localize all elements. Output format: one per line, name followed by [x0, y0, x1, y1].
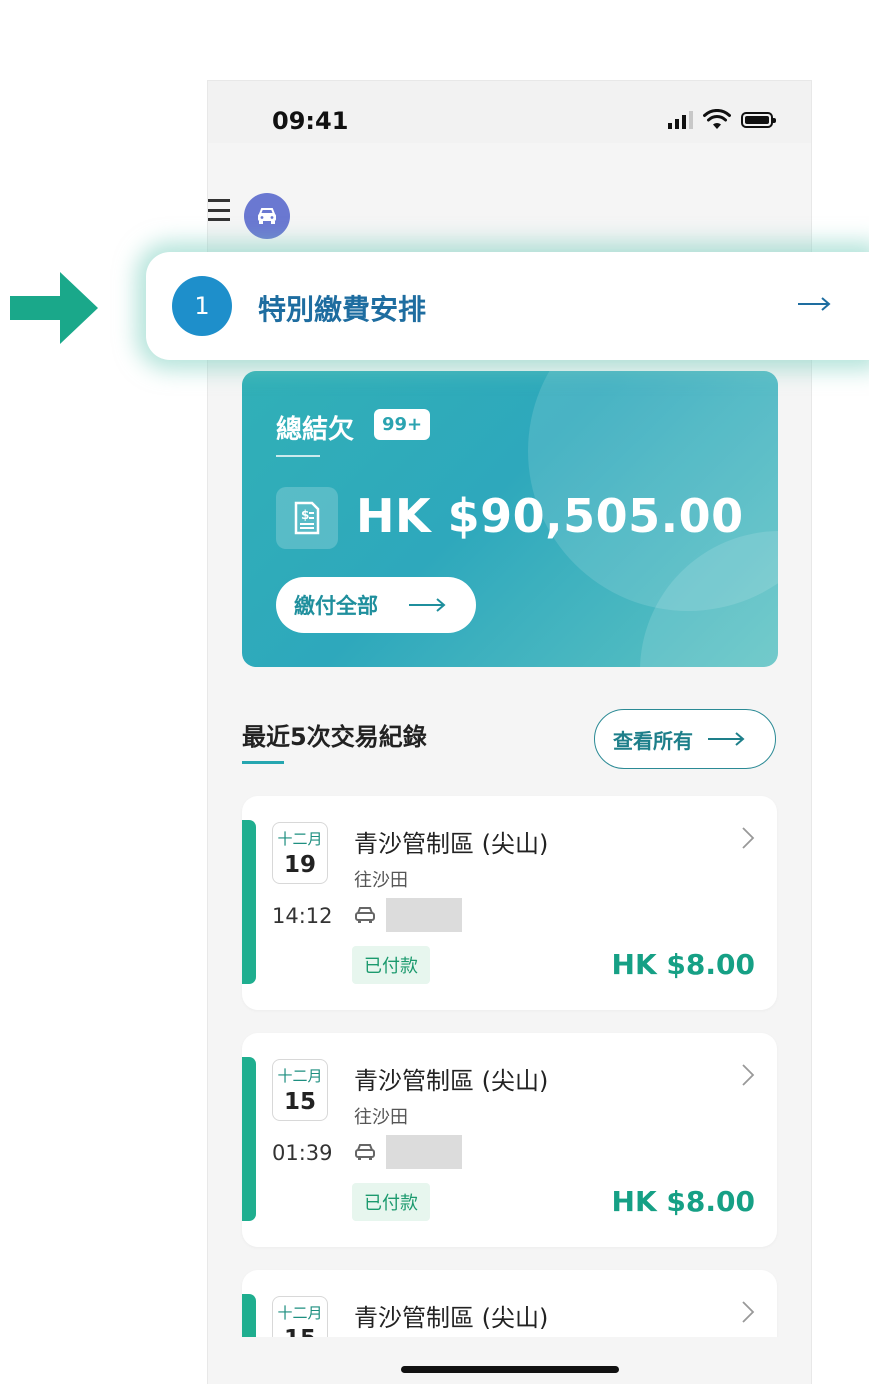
arrow-right-icon	[798, 297, 831, 311]
summary-count-badge: 99+	[374, 409, 431, 440]
transaction-card[interactable]: 十二月 15 01:39 青沙管制區 (尖山) 往沙田 已付款 HK $8.00	[242, 1033, 777, 1247]
transaction-time: 01:39	[272, 1141, 333, 1165]
chevron-right-icon	[742, 827, 755, 849]
signal-icon	[668, 111, 693, 129]
wifi-icon	[703, 109, 731, 129]
outstanding-amount: HK $90,505.00	[356, 489, 744, 543]
transaction-location: 青沙管制區 (尖山)	[354, 1067, 549, 1095]
view-all-label: 查看所有	[613, 728, 693, 753]
transaction-location: 青沙管制區 (尖山)	[354, 830, 549, 858]
transaction-time: 14:12	[272, 904, 333, 928]
view-all-button[interactable]: 查看所有	[594, 709, 776, 769]
car-icon	[258, 208, 276, 224]
status-bar: 09:41	[208, 81, 811, 143]
summary-divider	[276, 455, 320, 457]
transaction-status-bar	[242, 1057, 256, 1221]
license-plate-redacted	[386, 1135, 462, 1169]
transaction-month: 十二月	[277, 1067, 323, 1085]
status-time: 09:41	[272, 107, 349, 135]
transaction-date: 十二月 19	[272, 822, 328, 884]
payment-status-badge: 已付款	[352, 1183, 430, 1221]
transaction-amount: HK $8.00	[611, 1185, 755, 1218]
transaction-status-bar	[242, 1294, 256, 1340]
special-payment-arrangement-label: 特別繳費安排	[258, 293, 427, 326]
arrow-right-icon	[409, 598, 446, 612]
chevron-right-icon	[742, 1301, 755, 1323]
special-payment-arrangement-item[interactable]: 1 特別繳費安排	[146, 252, 869, 360]
pay-all-label: 繳付全部	[294, 594, 378, 618]
transaction-amount: HK $8.00	[611, 948, 755, 981]
home-indicator	[401, 1366, 619, 1373]
license-plate-redacted	[386, 898, 462, 932]
transaction-date: 十二月 15	[272, 1059, 328, 1121]
recent-transactions-title: 最近5次交易紀錄	[242, 723, 427, 751]
chevron-right-icon	[742, 1064, 755, 1086]
summary-title: 總結欠	[276, 415, 355, 445]
status-icons	[668, 109, 776, 131]
bottom-bar	[208, 1337, 811, 1384]
car-icon	[355, 1144, 375, 1160]
transaction-direction: 往沙田	[354, 1107, 408, 1128]
transaction-month: 十二月	[277, 830, 323, 848]
document-dollar-icon: $	[276, 487, 338, 549]
transaction-location: 青沙管制區 (尖山)	[354, 1304, 549, 1332]
step-number-badge: 1	[172, 276, 232, 336]
pay-all-button[interactable]: 繳付全部	[276, 577, 476, 633]
transaction-direction: 往沙田	[354, 870, 408, 891]
section-underline	[242, 761, 284, 764]
transaction-month: 十二月	[277, 1304, 323, 1322]
arrow-right-icon	[708, 732, 745, 746]
transaction-status-bar	[242, 820, 256, 984]
payment-status-badge: 已付款	[352, 946, 430, 984]
transaction-day: 19	[283, 852, 316, 878]
transaction-card[interactable]: 十二月 15 青沙管制區 (尖山)	[242, 1270, 777, 1340]
transaction-date: 十二月 15	[272, 1296, 328, 1340]
outstanding-summary-card: 總結欠 99+ $ HK $90,505.00 繳付全部	[242, 371, 778, 667]
menu-icon[interactable]	[208, 199, 230, 221]
transaction-day: 15	[283, 1089, 316, 1115]
battery-icon	[741, 112, 776, 128]
car-icon	[355, 907, 375, 923]
svg-text:$: $	[301, 508, 309, 522]
transaction-card[interactable]: 十二月 19 14:12 青沙管制區 (尖山) 往沙田 已付款 HK $8.00	[242, 796, 777, 1010]
vehicle-avatar[interactable]	[244, 193, 290, 239]
pointer-arrow-icon	[10, 272, 98, 344]
